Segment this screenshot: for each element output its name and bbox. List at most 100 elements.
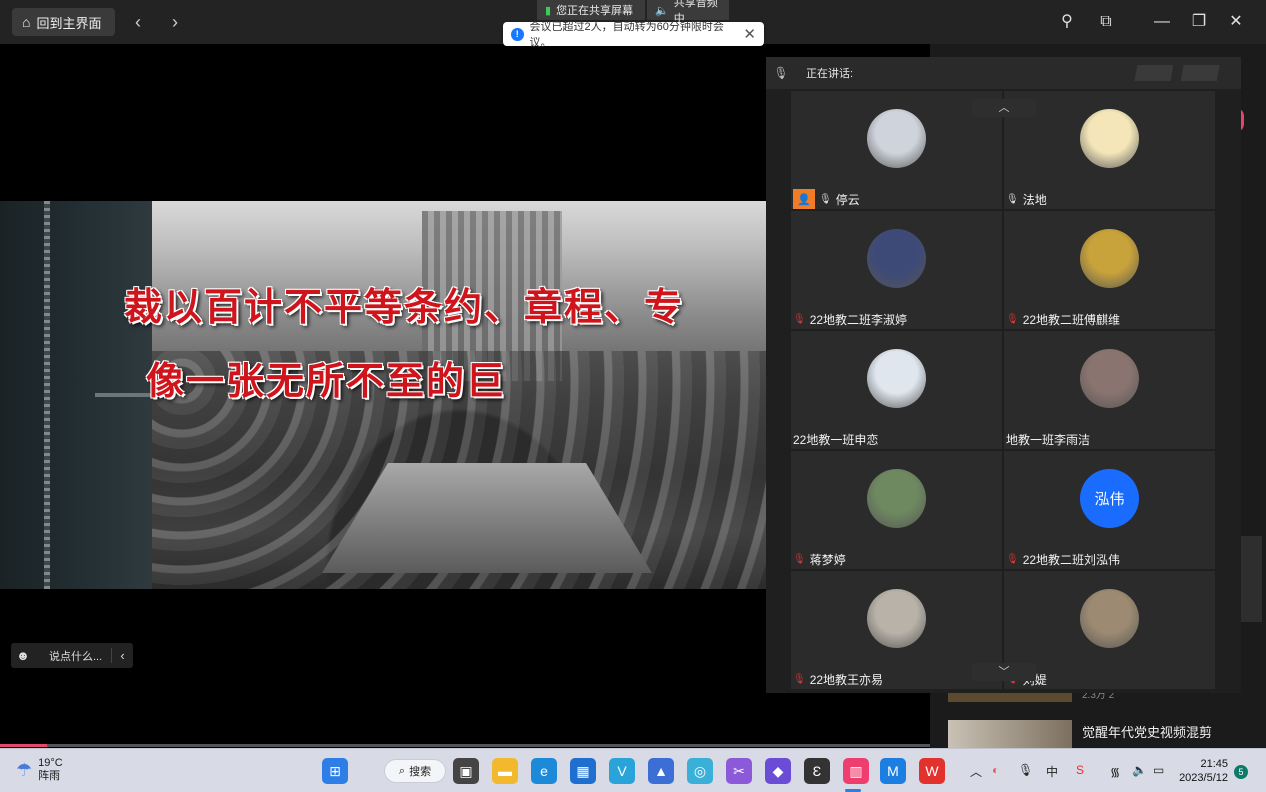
wps-tray-icon[interactable]: S	[1076, 763, 1084, 777]
screen-share-status[interactable]: ▮ 您正在共享屏幕	[537, 0, 645, 20]
participant-name: 22地教一班申恋	[793, 432, 879, 447]
avatar	[1080, 349, 1139, 408]
meeting-top-bar: ⌂ 回到主界面 ‹ › ▮ 您正在共享屏幕 🔈 共享音频中 ! 会议已超过2人，…	[0, 0, 1266, 49]
app-icon[interactable]: V	[609, 758, 635, 784]
participant-name-bar: 🎙 蒋梦婷	[791, 549, 846, 569]
participant-name: 22地教二班李淑婷	[809, 312, 908, 327]
speaker-icon: 🔈	[655, 4, 669, 17]
microphone-icon: 🎙	[819, 193, 832, 205]
avatar: 泓伟	[1080, 469, 1139, 528]
caption-line-1: 裁以百计不平等条约、章程、专	[124, 284, 685, 329]
host-badge-icon: 👤	[793, 189, 815, 209]
bilibili-icon[interactable]: ▥	[843, 758, 869, 784]
clock-time: 21:45	[1200, 758, 1228, 770]
video-progress-bar[interactable]	[0, 744, 930, 747]
home-button-label: 回到主界面	[36, 15, 102, 31]
participant-name-bar: 🎙 法地	[1004, 189, 1047, 209]
microphone-icon: 🎙	[1006, 193, 1019, 205]
search-button[interactable]: ⌕ 搜索	[384, 759, 446, 783]
app-icon[interactable]: Ɛ	[804, 758, 830, 784]
participant-tile[interactable]: 地教一班李雨洁	[1004, 331, 1215, 449]
start-icon[interactable]: ⊞	[322, 758, 348, 784]
file-explorer-icon[interactable]: ▬	[492, 758, 518, 784]
ime-indicator[interactable]: 中	[1046, 763, 1058, 780]
wps-icon[interactable]: W	[919, 758, 945, 784]
participant-name: 地教一班李雨洁	[1006, 432, 1091, 447]
participant-tile[interactable]: 🎙 22地教王亦易	[791, 571, 1002, 689]
weather-description: 阵雨	[38, 770, 61, 782]
app-icon[interactable]: ◆	[765, 758, 791, 784]
participant-tile[interactable]: 22地教一班申恋	[791, 331, 1002, 449]
participant-name-bar: 👤 🎙 停云	[791, 189, 860, 209]
participant-name: 22地教王亦易	[809, 672, 884, 687]
tencent-meeting-icon[interactable]: M	[880, 758, 906, 784]
chevron-up-icon[interactable]: ︿	[970, 763, 982, 780]
volume-icon[interactable]: 🔈	[1132, 763, 1147, 777]
avatar	[867, 109, 926, 168]
notification-badge[interactable]: 5	[1234, 765, 1248, 779]
participant-name-bar: 🎙 22地教二班傅麒维	[1004, 309, 1120, 329]
participant-name: 停云	[835, 192, 860, 207]
participant-name: 22地教二班刘泓伟	[1022, 552, 1121, 567]
home-button[interactable]: ⌂ 回到主界面	[12, 8, 115, 36]
pin-icon[interactable]: ⚲	[1054, 10, 1080, 34]
chat-input[interactable]: ☻ 说点什么... ‹	[11, 643, 133, 668]
participant-tile[interactable]: 🎙 蒋梦婷	[791, 451, 1002, 569]
participant-name-bar: 🎙 22地教王亦易	[791, 669, 883, 689]
participant-name-bar: 地教一班李雨洁	[1004, 429, 1090, 449]
close-icon[interactable]: ✕	[1223, 10, 1249, 34]
avatar	[1080, 109, 1139, 168]
weather-icon: ☂	[16, 759, 33, 780]
caption-line-2: 像一张无所不至的巨	[146, 358, 507, 403]
chevron-right-icon[interactable]: ›	[165, 10, 185, 34]
task-view-icon[interactable]: ▣	[453, 758, 479, 784]
weather-widget[interactable]: ☂ 19°C 阵雨	[16, 757, 63, 783]
speaking-header: 🎙 正在讲话:	[766, 57, 1241, 89]
participant-tile[interactable]: 👤 🎙 停云	[791, 91, 1002, 209]
audio-share-status[interactable]: 🔈 共享音频中	[647, 0, 729, 25]
app-icon[interactable]: ◎	[687, 758, 713, 784]
store-icon[interactable]: ▦	[570, 758, 596, 784]
screen-cast-icon[interactable]: ⧉	[1093, 10, 1119, 34]
battery-icon[interactable]: ▭	[1153, 763, 1164, 777]
participant-panel: 🎙 正在讲话: 👤 🎙 停云 🎙 法地 🎙 22地教二班李淑婷 🎙 22地教二班傅麒维 22地教一…	[766, 57, 1241, 693]
participant-name: 22地教二班傅麒维	[1022, 312, 1121, 327]
microphone-icon[interactable]: 🎙	[1018, 763, 1033, 777]
microphone-muted-icon: 🎙	[1006, 313, 1019, 325]
participant-tile[interactable]: 🎙 22地教二班傅麒维	[1004, 211, 1215, 329]
microphone-muted-icon: 🎙	[793, 673, 806, 685]
weather-temperature: 19°C	[38, 757, 63, 769]
chevron-left-icon[interactable]: ‹	[128, 10, 148, 34]
chat-placeholder: 说点什么...	[49, 650, 103, 663]
participant-tile[interactable]: 🎙 22地教二班李淑婷	[791, 211, 1002, 329]
shared-screen-video: 裁以百计不平等条约、章程、专 像一张无所不至的巨	[0, 201, 766, 589]
speaking-label: 正在讲话:	[806, 68, 854, 80]
avatar	[1080, 589, 1139, 648]
system-clock[interactable]: 21:45 2023/5/12	[1176, 757, 1228, 785]
scroll-up-button[interactable]: ︿	[972, 99, 1036, 117]
emoji-icon[interactable]: ☻	[11, 648, 35, 663]
avatar	[867, 349, 926, 408]
app-tray-icon[interactable]: ◐	[992, 763, 999, 777]
page-scrollbar[interactable]	[1241, 536, 1262, 622]
edge-icon[interactable]: e	[531, 758, 557, 784]
microphone-muted-icon: 🎙	[1006, 553, 1019, 565]
search-icon: ⌕	[398, 764, 406, 777]
minimize-icon[interactable]: —	[1149, 10, 1175, 34]
microphone-muted-icon: 🎙	[793, 313, 806, 325]
video-title[interactable]: 觉醒年代党史视频混剪	[1082, 722, 1212, 741]
video-thumbnail[interactable]	[948, 720, 1072, 748]
snipping-icon[interactable]: ✂	[726, 758, 752, 784]
restore-icon[interactable]: ❐	[1186, 10, 1212, 34]
participant-name: 蒋梦婷	[809, 552, 846, 567]
close-icon[interactable]: ✕	[743, 25, 756, 43]
participant-name-bar: 🎙 22地教二班李淑婷	[791, 309, 907, 329]
app-icon[interactable]: ▲	[648, 758, 674, 784]
scroll-down-button[interactable]: ﹀	[972, 663, 1036, 681]
divider	[95, 393, 152, 397]
participant-tile[interactable]: 泓伟 🎙 22地教二班刘泓伟	[1004, 451, 1215, 569]
info-icon: !	[511, 27, 524, 41]
audio-waveform	[44, 201, 50, 589]
chevron-left-icon[interactable]: ‹	[111, 648, 133, 663]
wifi-icon[interactable]: ᯾	[1110, 763, 1120, 780]
